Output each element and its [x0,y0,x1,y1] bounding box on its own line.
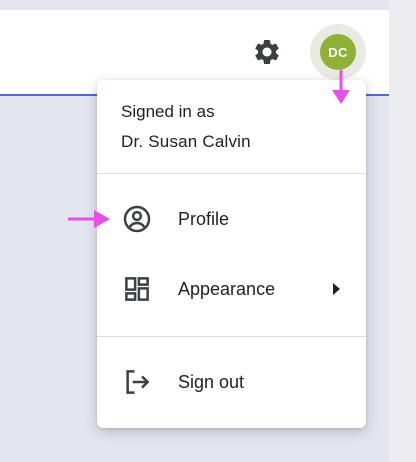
menu-divider [97,336,366,337]
annotation-arrow-right-icon [68,210,110,228]
menu-item-sign-out[interactable]: Sign out [97,354,366,410]
window-edge [389,0,416,462]
user-name: Dr. Susan Calvin [121,132,251,151]
account-circle-icon [121,203,153,235]
account-menu: Signed in as Dr. Susan Calvin Profile Ap… [97,80,366,428]
gear-icon [255,39,279,64]
menu-item-label: Sign out [178,371,245,392]
dashboard-layout-icon [121,273,153,305]
menu-item-appearance[interactable]: Appearance [97,261,366,317]
submenu-arrow-icon [333,283,340,295]
menu-divider [97,173,366,174]
annotation-arrow-down-icon [332,70,350,104]
menu-item-label: Appearance [178,278,276,299]
settings-button[interactable] [251,36,283,68]
avatar-button[interactable]: DC [320,34,356,70]
menu-item-profile[interactable]: Profile [97,191,366,247]
logout-icon [121,366,153,398]
menu-item-label: Profile [178,208,230,229]
signed-in-label: Signed in as [121,102,215,121]
